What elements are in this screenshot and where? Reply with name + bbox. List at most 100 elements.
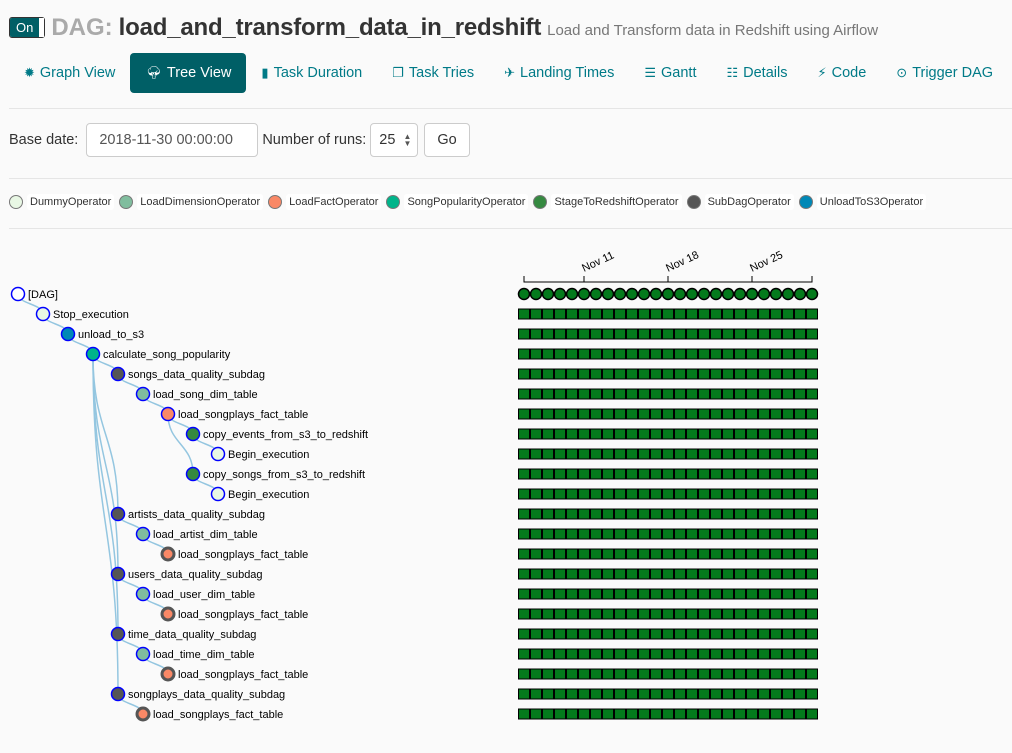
task-instance-square[interactable] <box>554 608 566 620</box>
task-instance-square[interactable] <box>578 348 590 360</box>
task-instance-square[interactable] <box>698 388 710 400</box>
task-instance-square[interactable] <box>638 508 650 520</box>
task-instance-square[interactable] <box>698 468 710 480</box>
task-instance-square[interactable] <box>806 588 818 600</box>
task-instance-square[interactable] <box>674 368 686 380</box>
task-instance-square[interactable] <box>734 508 746 520</box>
task-instance-square[interactable] <box>518 688 530 700</box>
task-instance-square[interactable] <box>566 648 578 660</box>
task-instance-square[interactable] <box>518 668 530 680</box>
task-instance-square[interactable] <box>566 508 578 520</box>
task-instance-square[interactable] <box>578 408 590 420</box>
task-instance-square[interactable] <box>674 548 686 560</box>
task-instance-square[interactable] <box>686 548 698 560</box>
task-instance-square[interactable] <box>710 688 722 700</box>
task-instance-square[interactable] <box>638 388 650 400</box>
task-instance-square[interactable] <box>722 348 734 360</box>
task-instance-square[interactable] <box>638 708 650 720</box>
task-instance-square[interactable] <box>770 408 782 420</box>
task-instance-square[interactable] <box>758 348 770 360</box>
task-instance-square[interactable] <box>782 488 794 500</box>
task-instance-square[interactable] <box>794 488 806 500</box>
task-instance-square[interactable] <box>782 308 794 320</box>
dag-run-circle[interactable] <box>613 287 627 301</box>
task-instance-square[interactable] <box>674 708 686 720</box>
task-instance-square[interactable] <box>626 708 638 720</box>
task-instance-square[interactable] <box>782 648 794 660</box>
task-instance-square[interactable] <box>626 608 638 620</box>
task-instance-square[interactable] <box>554 528 566 540</box>
task-instance-square[interactable] <box>674 568 686 580</box>
task-instance-square[interactable] <box>602 368 614 380</box>
task-instance-square[interactable] <box>542 588 554 600</box>
dag-run-circle[interactable] <box>793 287 807 301</box>
task-instance-square[interactable] <box>638 528 650 540</box>
task-node[interactable]: load_user_dim_table <box>135 586 256 602</box>
task-instance-square[interactable] <box>674 528 686 540</box>
task-instance-square[interactable] <box>782 328 794 340</box>
task-instance-square[interactable] <box>638 468 650 480</box>
task-instance-square[interactable] <box>722 388 734 400</box>
task-instance-square[interactable] <box>806 528 818 540</box>
task-node-circle[interactable] <box>110 366 126 382</box>
dag-run-circle[interactable] <box>541 287 555 301</box>
task-instance-square[interactable] <box>806 628 818 640</box>
task-instance-square[interactable] <box>698 308 710 320</box>
task-instance-square[interactable] <box>758 688 770 700</box>
task-instance-square[interactable] <box>770 508 782 520</box>
task-instance-square[interactable] <box>662 668 674 680</box>
task-instance-square[interactable] <box>746 388 758 400</box>
task-instance-square[interactable] <box>662 308 674 320</box>
task-instance-square[interactable] <box>602 688 614 700</box>
task-instance-square[interactable] <box>530 528 542 540</box>
task-node-circle[interactable] <box>135 386 151 402</box>
task-instance-square[interactable] <box>638 608 650 620</box>
task-instance-square[interactable] <box>518 548 530 560</box>
task-instance-square[interactable] <box>806 648 818 660</box>
task-instance-square[interactable] <box>698 408 710 420</box>
task-instance-square[interactable] <box>518 368 530 380</box>
task-instance-square[interactable] <box>770 448 782 460</box>
task-node-circle[interactable] <box>185 466 201 482</box>
task-instance-square[interactable] <box>794 428 806 440</box>
task-instance-square[interactable] <box>614 688 626 700</box>
task-instance-square[interactable] <box>614 368 626 380</box>
task-instance-square[interactable] <box>734 408 746 420</box>
task-instance-square[interactable] <box>686 508 698 520</box>
task-instance-square[interactable] <box>626 448 638 460</box>
task-instance-square[interactable] <box>686 688 698 700</box>
task-instance-square[interactable] <box>554 548 566 560</box>
task-instance-square[interactable] <box>758 668 770 680</box>
task-instance-square[interactable] <box>590 628 602 640</box>
task-instance-square[interactable] <box>710 488 722 500</box>
task-instance-square[interactable] <box>590 508 602 520</box>
task-instance-square[interactable] <box>794 468 806 480</box>
task-instance-square[interactable] <box>698 328 710 340</box>
task-instance-square[interactable] <box>542 648 554 660</box>
task-instance-square[interactable] <box>602 648 614 660</box>
task-instance-square[interactable] <box>674 348 686 360</box>
task-instance-square[interactable] <box>746 448 758 460</box>
task-instance-square[interactable] <box>602 628 614 640</box>
task-node[interactable]: load_song_dim_table <box>135 386 258 402</box>
task-instance-square[interactable] <box>638 628 650 640</box>
task-instance-square[interactable] <box>542 448 554 460</box>
num-runs-select[interactable]: 25 ▲ ▼ <box>370 123 419 157</box>
task-instance-square[interactable] <box>542 708 554 720</box>
task-instance-square[interactable] <box>650 508 662 520</box>
task-instance-square[interactable] <box>590 388 602 400</box>
task-instance-square[interactable] <box>758 388 770 400</box>
task-instance-square[interactable] <box>578 388 590 400</box>
task-instance-square[interactable] <box>530 568 542 580</box>
task-instance-square[interactable] <box>614 668 626 680</box>
task-instance-square[interactable] <box>554 388 566 400</box>
task-instance-square[interactable] <box>758 508 770 520</box>
task-node-circle[interactable] <box>135 646 151 662</box>
task-instance-square[interactable] <box>566 468 578 480</box>
task-instance-square[interactable] <box>566 408 578 420</box>
task-instance-square[interactable] <box>794 328 806 340</box>
task-instance-square[interactable] <box>614 388 626 400</box>
task-instance-square[interactable] <box>638 568 650 580</box>
task-instance-square[interactable] <box>758 308 770 320</box>
task-instance-square[interactable] <box>722 408 734 420</box>
